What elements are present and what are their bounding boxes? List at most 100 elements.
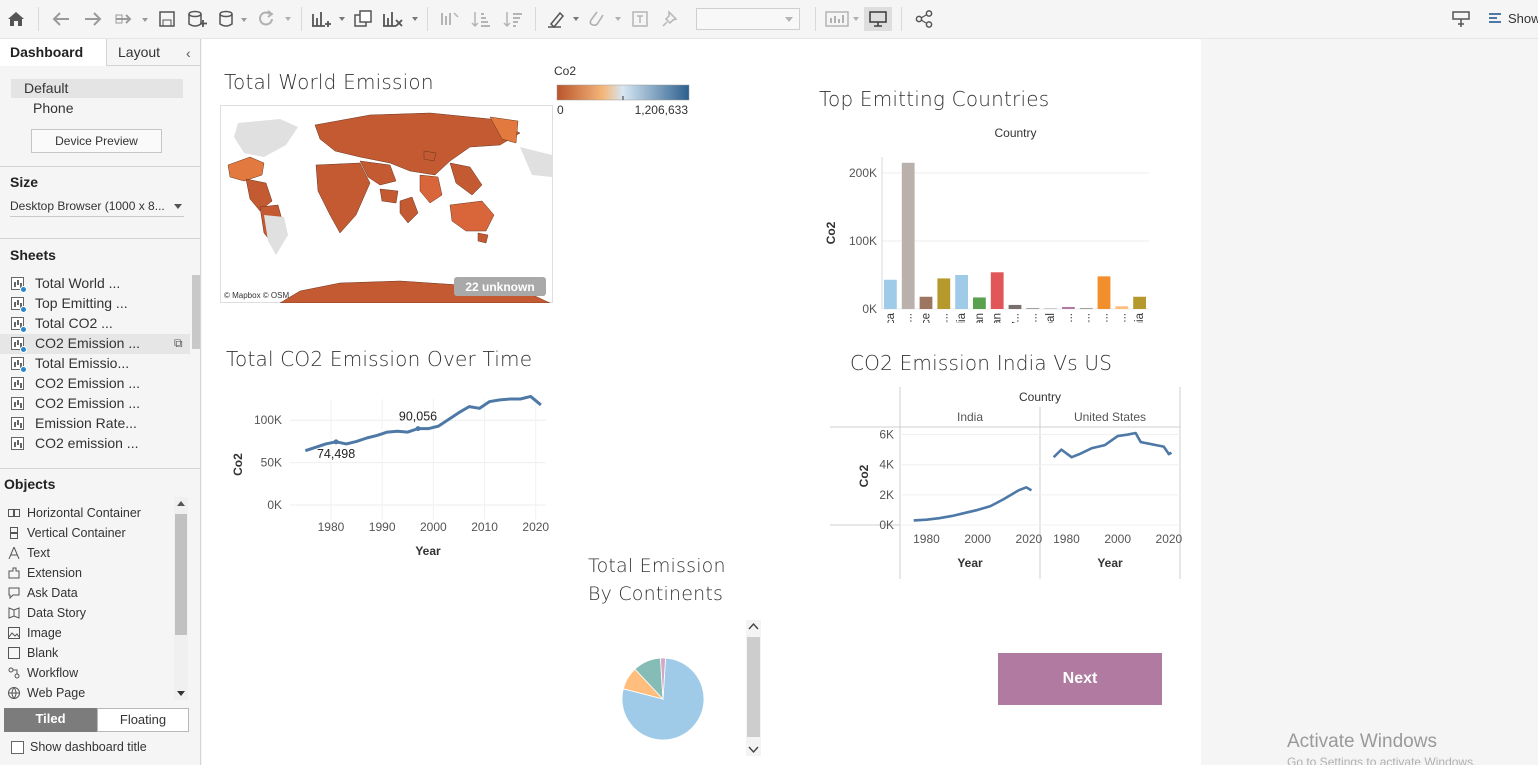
iu-xtick: 1980 (1053, 532, 1080, 546)
sheet-item[interactable]: CO2 Emission ... (0, 394, 190, 414)
worksheet-icon (11, 337, 27, 353)
refresh-icon[interactable] (257, 8, 293, 30)
collapse-panel-icon[interactable]: ‹ (186, 45, 191, 61)
sheet-item[interactable]: Total CO2 ... (0, 314, 190, 334)
world-map[interactable]: 22 unknown © Mapbox © OSM (220, 105, 553, 303)
highlight-icon[interactable] (547, 8, 581, 30)
pie-scrollbar[interactable] (746, 620, 761, 756)
clear-icon[interactable] (382, 8, 420, 30)
objects-scrollbar[interactable] (174, 497, 188, 700)
tab-layout[interactable]: Layout (118, 39, 160, 66)
show-title-checkbox[interactable] (11, 741, 24, 754)
tab-dashboard[interactable]: Dashboard (0, 39, 107, 66)
time-ytick: 0K (267, 498, 282, 512)
time-xtick: 1980 (318, 520, 345, 534)
size-section-title: Size (10, 174, 39, 190)
save-icon[interactable] (156, 8, 178, 30)
undo-icon[interactable] (50, 8, 72, 30)
swap-icon[interactable] (437, 8, 461, 30)
show-me-icon[interactable] (825, 8, 861, 30)
sheet-item[interactable]: Emission Rate... (0, 414, 190, 434)
floating-toggle[interactable]: Floating (97, 708, 189, 732)
fit-dropdown[interactable] (696, 8, 800, 30)
iu-series-line (913, 486, 1033, 522)
next-button[interactable]: Next (998, 653, 1162, 705)
show-title-label: Show dashboard title (30, 740, 147, 754)
over-time-title: Total CO2 Emission Over Time (226, 347, 533, 371)
pin-icon[interactable] (658, 8, 682, 30)
bar-category-label: India (956, 312, 968, 323)
time-xtick: 2020 (522, 520, 549, 534)
continents-pie-chart[interactable] (620, 656, 706, 742)
worksheet-icon (11, 297, 27, 313)
bar-mark (937, 278, 951, 309)
object-item-label: Horizontal Container (27, 506, 141, 520)
sheets-scrollbar[interactable] (192, 275, 200, 349)
over-time-line-chart[interactable]: 0K 50K 100K 1980 1990 2000 2010 2020 Co2 Year 74,4… (226, 389, 566, 564)
home-icon[interactable] (5, 8, 27, 30)
time-xlabel: Year (415, 544, 441, 558)
continents-title-line2: By Continents (588, 583, 724, 605)
tiled-toggle[interactable]: Tiled (4, 708, 97, 732)
show-me-panel-icon[interactable] (1486, 8, 1504, 30)
sheet-item[interactable]: Total Emissio... (0, 354, 190, 374)
bar-chart-ylabel: Co2 (824, 221, 838, 244)
iu-header: Country (1019, 390, 1061, 404)
sheet-item[interactable]: Top Emitting ... (0, 294, 190, 314)
worksheet-icon (11, 357, 27, 373)
legend-min: 0 (557, 103, 564, 117)
sheet-item-label: CO2 Emission ... (35, 335, 141, 351)
share-icon[interactable] (912, 8, 936, 30)
time-annotation-point (415, 426, 421, 432)
new-datasource-icon[interactable] (186, 8, 210, 30)
text-icon (8, 545, 20, 560)
bar-chart-header: Country (994, 126, 1036, 140)
data-story-icon (8, 607, 20, 619)
sheet-item[interactable]: Total World ... (0, 274, 190, 294)
duplicate-icon[interactable] (352, 8, 376, 30)
iu-xtick: 2020 (1156, 532, 1183, 546)
iu-ylabel: Co2 (857, 464, 871, 487)
unknown-badge[interactable]: 22 unknown (465, 280, 534, 294)
datasource-icon[interactable] (218, 8, 248, 30)
bar-category-label: Iran (974, 313, 986, 323)
pause-updates-icon[interactable] (113, 8, 149, 30)
bar-mark (1115, 306, 1129, 309)
sheet-item[interactable]: CO2 Emission ... ⧉ (0, 334, 190, 354)
object-item-label: Web Page (27, 686, 86, 700)
sheet-item-label: CO2 emission ... (35, 435, 139, 451)
device-preview-button[interactable]: Device Preview (31, 129, 162, 153)
group-icon[interactable] (587, 8, 623, 30)
top-countries-bar-chart[interactable]: Country Co2 0K 100K 200K Africa Asia (e... Fran… (819, 123, 1159, 323)
india-us-line-chart[interactable]: Country 0K 2K 4K 6K Co2 India 1980 2000 2020 Year U… (820, 387, 1185, 581)
iu-ytick: 2K (879, 488, 894, 502)
time-xtick: 2000 (420, 520, 447, 534)
presentation-icon[interactable] (864, 7, 892, 31)
device-default[interactable]: Default (11, 79, 183, 98)
sort-descending-icon[interactable] (501, 8, 525, 30)
worksheet-icon (11, 397, 24, 410)
size-select[interactable]: Desktop Browser (1000 x 8... (10, 197, 184, 217)
device-phone[interactable]: Phone (33, 100, 73, 116)
show-me-label[interactable]: Show (1508, 11, 1538, 26)
workflow-icon (8, 667, 20, 679)
new-worksheet-icon[interactable] (311, 8, 347, 30)
bar-category-label: Asia (e... (903, 313, 915, 323)
iu-xlabel: Year (957, 556, 983, 570)
show-hide-cards-icon[interactable] (1449, 8, 1473, 30)
sheet-item[interactable]: CO2 emission ... (0, 434, 190, 454)
sheet-item[interactable]: CO2 Emission ... (0, 374, 190, 394)
object-item-label: Image (27, 626, 62, 640)
sort-ascending-icon[interactable] (469, 8, 493, 30)
worksheet-icon (11, 317, 27, 333)
objects-section-title: Objects (4, 476, 56, 492)
bar-mark (973, 297, 986, 309)
labels-icon[interactable] (628, 8, 652, 30)
bar-mark (1008, 304, 1022, 309)
bar-mark (884, 279, 897, 309)
redo-icon[interactable] (82, 8, 104, 30)
map-attribution[interactable]: © Mapbox © OSM (224, 291, 289, 300)
open-sheet-icon[interactable]: ⧉ (174, 336, 183, 351)
iu-ytick: 0K (879, 518, 894, 532)
bar-mark (955, 275, 968, 309)
